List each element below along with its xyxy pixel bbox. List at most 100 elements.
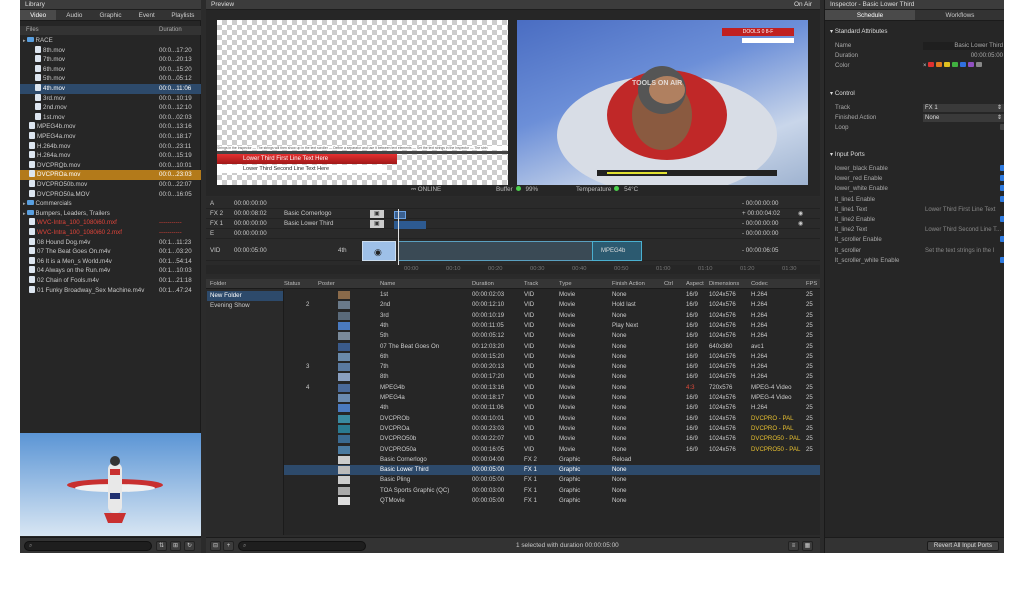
color-swatch[interactable] [976, 62, 983, 67]
file-row[interactable]: MPEG4b.mov 00:0...13:16 [20, 122, 201, 132]
file-row[interactable]: H.264a.mov 00:0...15:19 [20, 151, 201, 161]
track-toggle-icon[interactable]: ▣ [370, 220, 384, 228]
track-row[interactable]: A 00:00:00:00 - 00:00:00:00 [206, 199, 820, 209]
column-header-duration[interactable]: Duration [472, 279, 494, 289]
file-row[interactable]: DVCPRO50a.MOV 00:0...16:05 [20, 189, 201, 200]
port-checkbox[interactable] [1000, 165, 1004, 171]
track-row[interactable]: E 00:00:00:00 - 00:00:00:00 [206, 229, 820, 239]
name-field[interactable]: Basic Lower Third [923, 42, 1004, 50]
add-folder-icon[interactable]: ⊟ [210, 541, 221, 551]
playlist-row[interactable]: 07 The Beat Goes On 00:12:03:20 VID Movie No… [284, 342, 820, 352]
duration-field[interactable]: 00:00:05:00 [923, 52, 1004, 60]
file-row[interactable]: 06 It is a Men_s World.m4v 00:1...54:14 [20, 256, 201, 267]
column-header-aspect[interactable]: Aspect [686, 279, 704, 289]
file-row[interactable]: WVC-Intra_100_1080i60.mxf ----------- [20, 218, 201, 228]
input-ports-section[interactable]: ▾ Input Ports [830, 151, 865, 158]
folder-row[interactable]: ▸ RACE [20, 36, 201, 46]
playlist-row[interactable]: 4 MPEG4b 00:00:13:16 VID Movie None 4:3 720x576… [284, 383, 820, 393]
fx2-clip-block[interactable] [394, 211, 406, 219]
playlist-row[interactable]: Basic Lower Third 00:00:05:00 FX 1 Graphic N… [284, 465, 820, 476]
eye-icon[interactable]: ◉ [798, 219, 803, 229]
column-header-track[interactable]: Track [524, 279, 538, 289]
playlist-row[interactable]: 8th 00:00:17:20 VID Movie None 16/9 1024x576 H.… [284, 372, 820, 382]
tab-video[interactable]: Video [20, 10, 57, 20]
column-header-ctrl[interactable]: Ctrl [664, 279, 673, 289]
file-row[interactable]: DVCPROa.mov 00:0...23:03 [20, 170, 201, 180]
file-row[interactable]: 4th.mov 00:0...11:06 [20, 84, 201, 94]
playlist-row[interactable]: DVCPRO50b 00:00:22:07 VID Movie None 16/9 1024… [284, 434, 820, 444]
playlist-row[interactable]: 3rd 00:00:10:19 VID Movie None 16/9 1024x576 H.… [284, 311, 820, 321]
column-header-status[interactable]: Status [284, 279, 300, 289]
playlist-row[interactable]: 4th 00:00:11:05 VID Movie Play Next 16/9 1024x… [284, 321, 820, 331]
file-row[interactable]: 7th.mov 00:0...20:13 [20, 55, 201, 65]
file-row[interactable]: 5th.mov 00:0...05:12 [20, 74, 201, 84]
folder-row[interactable]: ▸ Bumpers, Leaders, Trailers [20, 209, 201, 219]
tab-audio[interactable]: Audio [56, 10, 92, 20]
port-checkbox[interactable] [1000, 236, 1004, 243]
playlist-row[interactable]: 4th 00:00:11:06 VID Movie None 16/9 1024x576 H.… [284, 403, 820, 413]
clear-color-icon[interactable]: × [923, 63, 927, 69]
folder-row[interactable]: ▸ Commercials [20, 199, 201, 209]
playlist-row[interactable]: 5th 00:00:05:12 VID Movie None 16/9 1024x576 H.… [284, 331, 820, 341]
tab-playlists[interactable]: Playlists [165, 10, 201, 20]
tab-workflows[interactable]: Workflows [915, 10, 1004, 20]
port-checkbox[interactable] [1000, 185, 1004, 192]
file-row[interactable]: MPEG4a.mov 00:0...18:17 [20, 132, 201, 142]
duration-col-label[interactable]: Duration [159, 26, 182, 35]
track-row[interactable]: FX 1 00:00:00:00 Basic Lower Third ▣ - 00:00… [206, 219, 820, 229]
playlist-row[interactable]: 2 2nd 00:00:12:10 VID Movie Hold last 16/9 1024… [284, 300, 820, 310]
file-row[interactable]: WVC-Intra_100_1080i60 2.mxf ----------- [20, 228, 201, 238]
column-header-name[interactable]: Name [380, 279, 395, 289]
add-item-icon[interactable]: + [223, 541, 234, 551]
eye-icon[interactable]: ◉ [798, 209, 803, 219]
grid-view-icon[interactable]: ▦ [802, 541, 813, 551]
color-swatch[interactable] [928, 62, 935, 67]
color-swatch[interactable] [960, 62, 967, 67]
folder-item-evening-show[interactable]: Evening Show [207, 301, 283, 311]
port-checkbox[interactable] [1000, 256, 1004, 263]
playlist-row[interactable]: 6th 00:00:15:20 VID Movie None 16/9 1024x576 H.… [284, 352, 820, 362]
port-text-field[interactable]: Lower Third Second Line T... [923, 226, 1004, 234]
playlist-search-input[interactable]: ⌕ [238, 541, 366, 551]
port-text-field[interactable]: Set the text strings in the I [923, 247, 1004, 255]
playlist-row[interactable]: TOA Sports Graphic (QC) 00:00:03:00 FX 1 Gr… [284, 486, 820, 496]
revert-all-input-ports-button[interactable]: Revert All Input Ports [926, 541, 999, 551]
playlist-row[interactable]: DVCPROb 00:00:10:01 VID Movie None 16/9 1024x5… [284, 414, 820, 424]
control-section[interactable]: ▾ Control [830, 90, 855, 97]
column-header-fps[interactable]: FPS [806, 279, 817, 289]
add-to-playlist-icon[interactable]: ⊞ [170, 541, 181, 551]
color-swatch[interactable] [936, 62, 943, 67]
port-checkbox[interactable] [1000, 216, 1004, 222]
column-header-codec[interactable]: Codec [751, 279, 768, 289]
tab-graphic[interactable]: Graphic [92, 10, 128, 20]
track-toggle-icon[interactable]: ▣ [370, 210, 384, 218]
file-row[interactable]: 08 Hound Dog.m4v 00:1...11:23 [20, 237, 201, 248]
tab-event[interactable]: Event [129, 10, 165, 20]
track-select[interactable]: FX 1 ⇕ [923, 104, 1004, 112]
list-view-icon[interactable]: ≡ [788, 541, 799, 551]
file-row[interactable]: 04 Always on the Run.m4v 00:1...10:03 [20, 266, 201, 276]
file-row[interactable]: 8th.mov 00:0...17:20 [20, 45, 201, 56]
vid-current-clip[interactable]: ◉ [362, 241, 396, 261]
file-row[interactable]: 2nd.mov 00:0...12:10 [20, 103, 201, 113]
file-row[interactable]: 07 The Beat Goes On.m4v 00:1...03:20 [20, 247, 201, 257]
folder-col-header[interactable]: Folder [210, 279, 226, 289]
finished-action-select[interactable]: None ⇕ [923, 114, 1004, 122]
vid-next-clip[interactable]: MPEG4b [592, 241, 642, 261]
library-search-input[interactable]: ⌕ [24, 541, 152, 551]
playlist-row[interactable]: MPEG4a 00:00:18:17 VID Movie None 16/9 1024x57… [284, 393, 820, 403]
column-header-poster[interactable]: Poster [318, 279, 335, 289]
playlist-row[interactable]: QTMovie 00:00:05:00 FX 1 Graphic None [284, 496, 820, 506]
file-row[interactable]: 01 Funky Broadway_Sex Machine.m4v 00:1...… [20, 285, 201, 296]
column-header-type[interactable]: Type [559, 279, 572, 289]
playlist-row[interactable]: 3 7th 00:00:20:13 VID Movie None 16/9 1024x576 H… [284, 362, 820, 372]
playlist-row[interactable]: 1st 00:00:02:03 VID Movie None 16/9 1024x576 H.… [284, 290, 820, 300]
file-row[interactable]: DVCPRO50b.mov 00:0...22:07 [20, 180, 201, 190]
color-swatch[interactable] [952, 62, 959, 67]
folder-item-new-folder[interactable]: New Folder [207, 291, 283, 301]
port-checkbox[interactable] [1000, 175, 1004, 182]
standard-attributes-section[interactable]: ▾ Standard Attributes [830, 28, 887, 35]
file-row[interactable]: 3rd.mov 00:0...10:19 [20, 93, 201, 104]
color-swatch[interactable] [968, 62, 975, 67]
port-checkbox[interactable] [1000, 195, 1004, 202]
